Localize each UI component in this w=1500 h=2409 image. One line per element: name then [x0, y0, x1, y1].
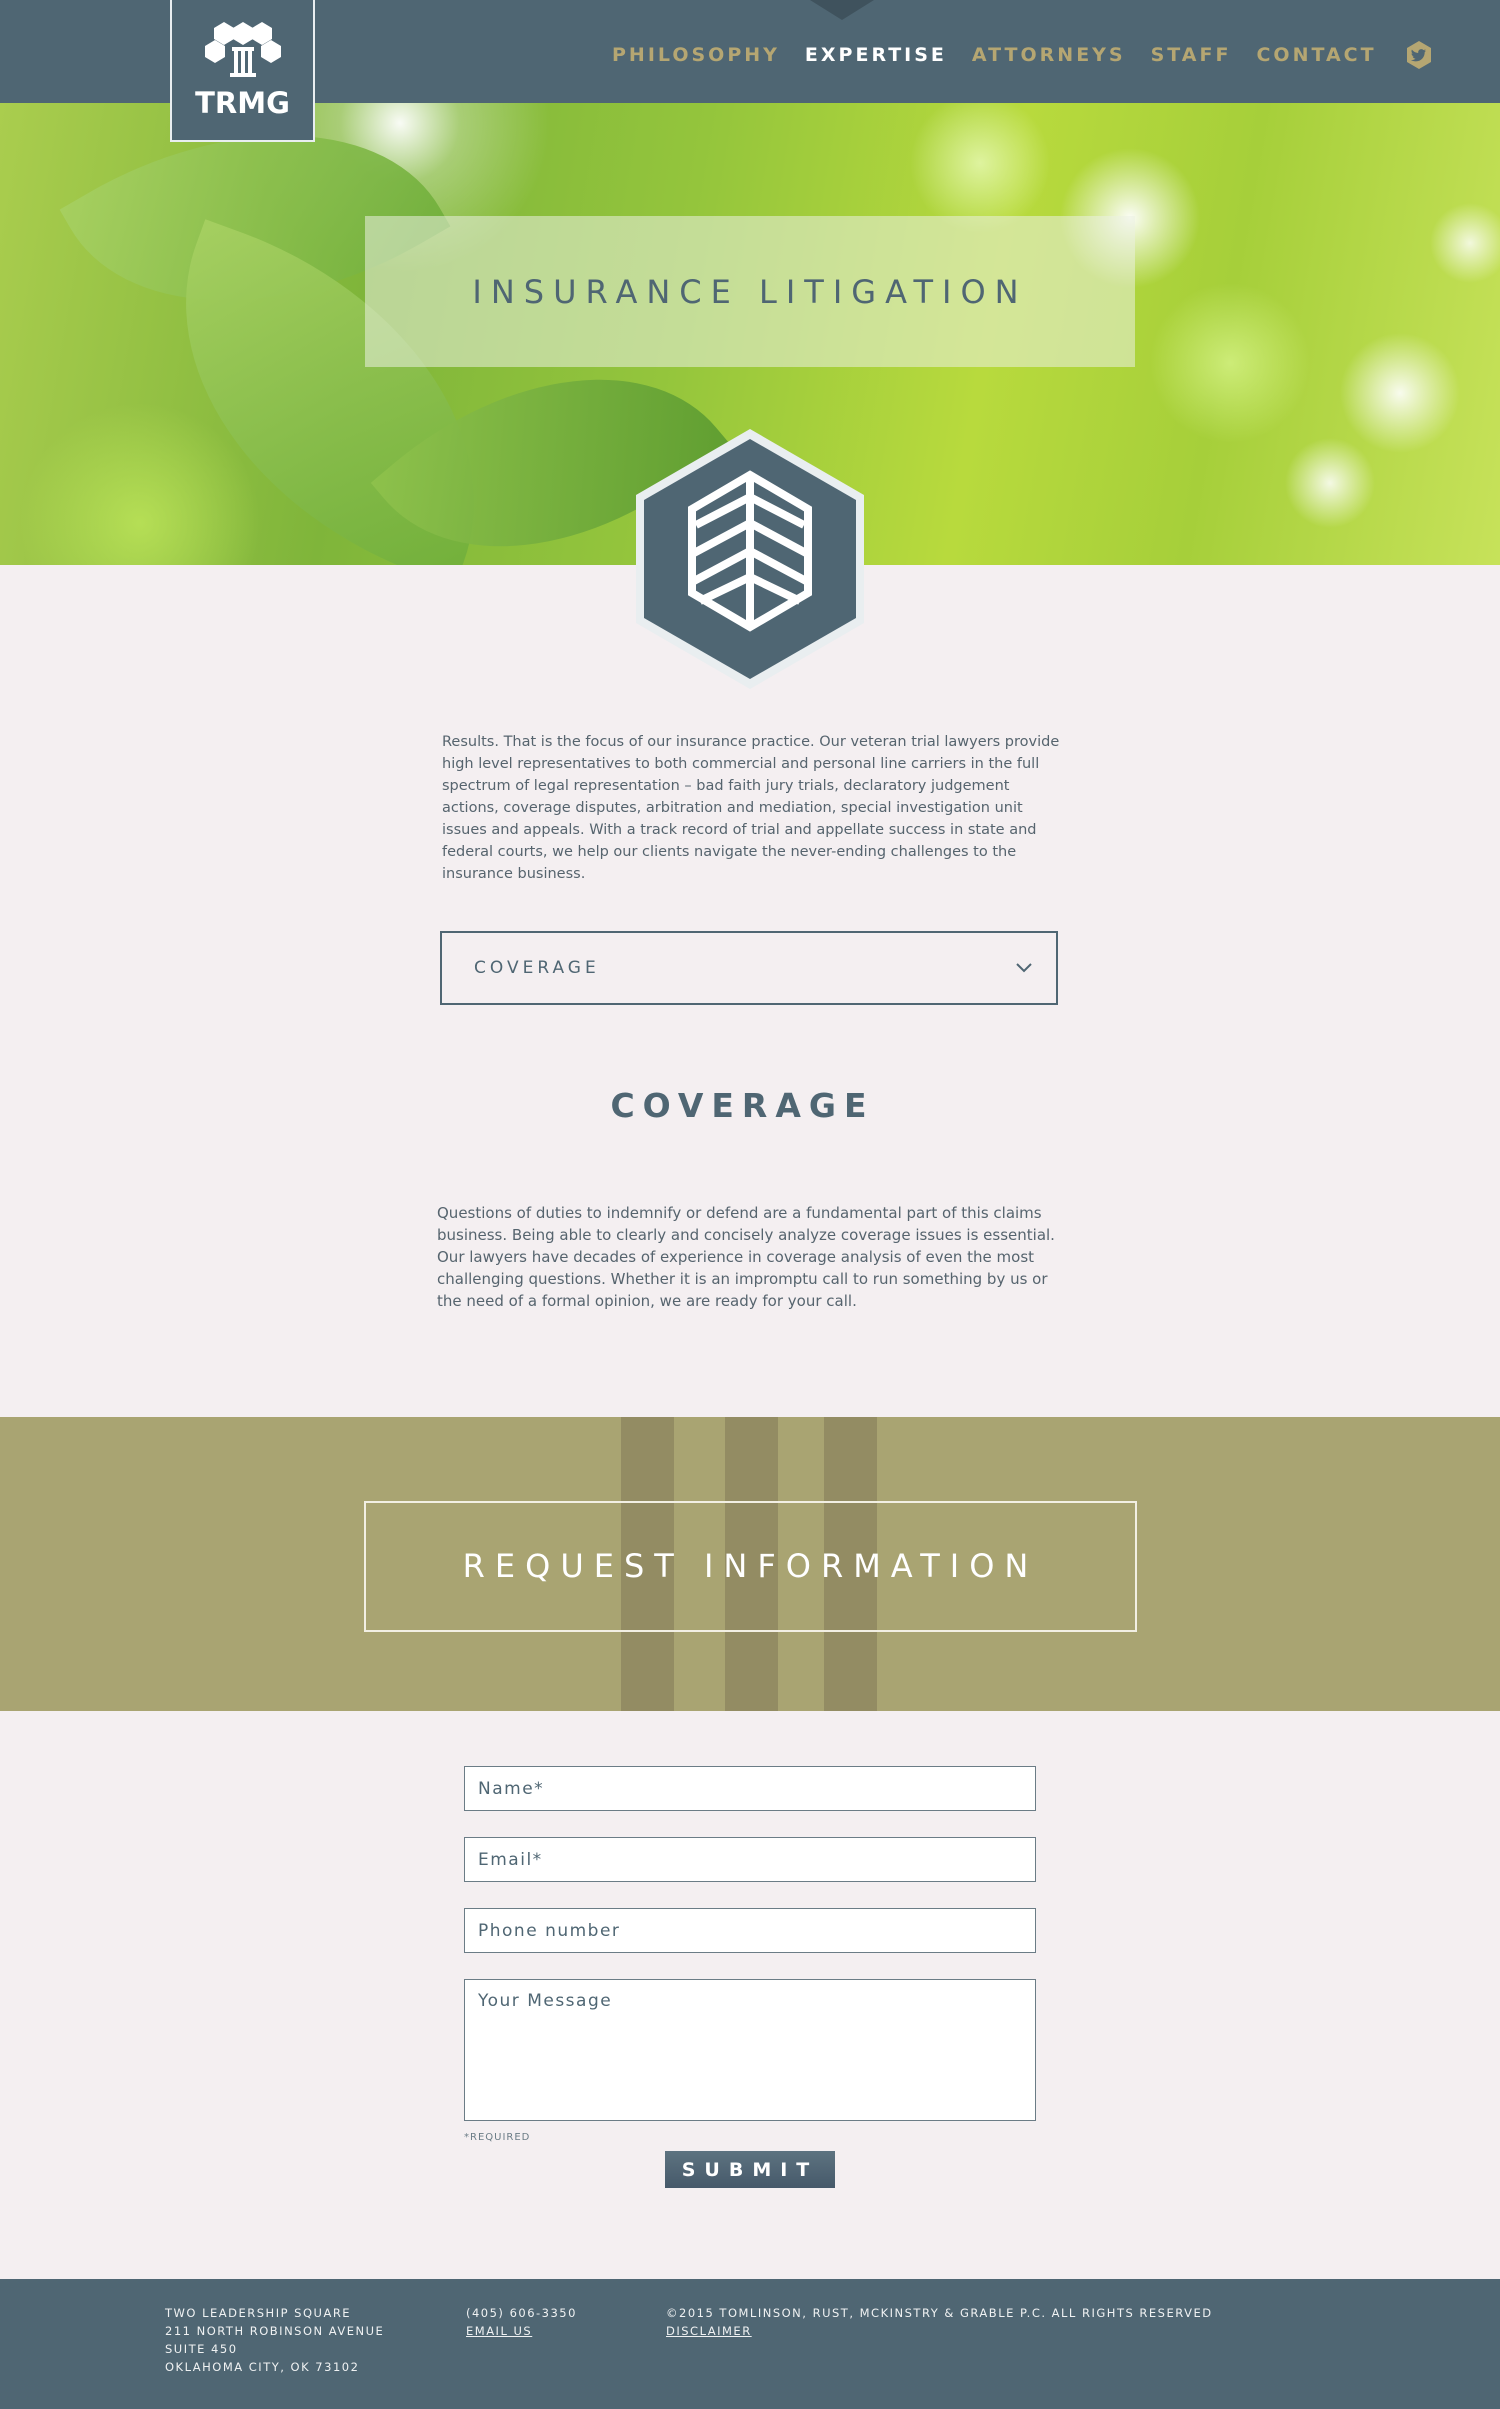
address-line: 211 NORTH ROBINSON AVENUE	[165, 2324, 385, 2338]
message-field[interactable]	[464, 1979, 1036, 2121]
footer-address: TWO LEADERSHIP SQUARE 211 NORTH ROBINSON…	[165, 2304, 384, 2376]
hero-title-box: INSURANCE LITIGATION	[365, 216, 1135, 367]
practice-area-dropdown[interactable]: COVERAGE	[440, 931, 1058, 1005]
nav-item-expertise[interactable]: EXPERTISE	[805, 44, 947, 66]
active-indicator	[810, 0, 874, 20]
section-paragraph: Questions of duties to indemnify or defe…	[437, 1204, 1055, 1310]
logo[interactable]: TRMG	[170, 0, 315, 142]
address-line: OKLAHOMA CITY, OK 73102	[165, 2360, 360, 2374]
footer-phone: (405) 606-3350	[466, 2306, 577, 2320]
name-field[interactable]	[464, 1766, 1036, 1811]
nav-item-attorneys[interactable]: ATTORNEYS	[972, 44, 1126, 66]
page-title: INSURANCE LITIGATION	[472, 273, 1028, 311]
chevron-down-icon	[1016, 963, 1032, 973]
address-line: TWO LEADERSHIP SQUARE	[165, 2306, 352, 2320]
disclaimer-link[interactable]: DISCLAIMER	[666, 2322, 1213, 2340]
address-line: SUITE 450	[165, 2342, 238, 2356]
submit-button[interactable]: SUBMIT	[665, 2151, 835, 2188]
footer: TWO LEADERSHIP SQUARE 211 NORTH ROBINSON…	[0, 2279, 1500, 2409]
nav-item-staff[interactable]: STAFF	[1151, 44, 1232, 66]
dropdown-selected-value: COVERAGE	[474, 958, 600, 978]
phone-field[interactable]	[464, 1908, 1036, 1953]
request-title: REQUEST INFORMATION	[462, 1547, 1039, 1585]
section-title: COVERAGE	[610, 1086, 875, 1125]
required-note: *REQUIRED	[464, 2132, 531, 2143]
nav-menu: PHILOSOPHY EXPERTISE ATTORNEYS STAFF CON…	[612, 40, 1434, 70]
nav-item-contact[interactable]: CONTACT	[1256, 44, 1376, 66]
intro-paragraph: Results. That is the focus of our insura…	[442, 734, 1060, 882]
footer-legal: ©2015 TOMLINSON, RUST, MCKINSTRY & GRABL…	[666, 2304, 1213, 2340]
footer-copyright: ©2015 TOMLINSON, RUST, MCKINSTRY & GRABL…	[666, 2306, 1213, 2320]
leaf-hexagon-icon	[628, 425, 872, 693]
logo-mark-icon	[205, 22, 281, 77]
email-us-link[interactable]: EMAIL US	[466, 2322, 577, 2340]
email-field[interactable]	[464, 1837, 1036, 1882]
request-information-banner: REQUEST INFORMATION	[0, 1417, 1500, 1711]
footer-contact: (405) 606-3350 EMAIL US	[466, 2304, 577, 2340]
twitter-icon[interactable]	[1404, 40, 1434, 70]
nav-item-philosophy[interactable]: PHILOSOPHY	[612, 44, 780, 66]
logo-text: TRMG	[195, 86, 290, 120]
request-title-box: REQUEST INFORMATION	[364, 1501, 1137, 1632]
